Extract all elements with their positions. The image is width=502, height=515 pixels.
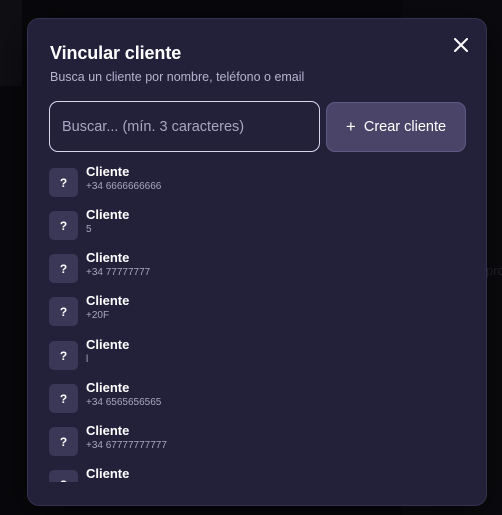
client-avatar: ? (49, 168, 78, 197)
client-phone: l (86, 354, 89, 365)
client-avatar: ? (49, 211, 78, 240)
client-phone: +34 67777777777 (86, 440, 167, 451)
client-avatar: ? (49, 427, 78, 456)
link-client-modal: Vincular cliente Busca un cliente por no… (27, 18, 487, 506)
client-name: Cliente (86, 250, 130, 265)
client-phone: +34 6666666666 (86, 181, 162, 192)
client-list-item[interactable]: ? Cliente +34 67777777777 (49, 423, 469, 463)
client-list-item[interactable]: ? Cliente (49, 466, 469, 482)
plus-icon: + (345, 116, 356, 136)
client-avatar: ? (49, 254, 78, 283)
client-phone: +34 6565656565 (86, 397, 162, 408)
client-list-item[interactable]: ? Cliente +20F (49, 293, 469, 333)
client-avatar: ? (49, 470, 78, 482)
client-list-item[interactable]: ? Cliente l (49, 337, 469, 377)
client-list-item[interactable]: ? Cliente +34 77777777 (49, 250, 469, 290)
client-avatar: ? (49, 384, 78, 413)
modal-title: Vincular cliente (50, 43, 182, 63)
client-phone: +34 77777777 (86, 267, 151, 278)
client-list-item[interactable]: ? Cliente +34 6666666666 (49, 164, 469, 204)
client-name: Cliente (86, 164, 130, 179)
client-list-item[interactable]: ? Cliente +34 6565656565 (49, 380, 469, 420)
client-name: Cliente (86, 337, 130, 352)
modal-subtitle: Busca un cliente por nombre, teléfono o … (50, 70, 305, 84)
client-list[interactable]: ? Cliente +34 6666666666 ? Cliente 5 ? C… (49, 164, 469, 482)
client-phone: +20F (86, 310, 110, 321)
client-name: Cliente (86, 466, 130, 481)
close-icon (454, 38, 468, 52)
client-search-input[interactable] (49, 101, 320, 152)
client-name: Cliente (86, 207, 130, 222)
client-name: Cliente (86, 293, 130, 308)
client-name: Cliente (86, 423, 130, 438)
close-button[interactable] (450, 34, 472, 56)
client-phone: 5 (86, 224, 92, 235)
client-avatar: ? (49, 341, 78, 370)
client-name: Cliente (86, 380, 130, 395)
client-avatar: ? (49, 297, 78, 326)
create-client-button[interactable]: + Crear cliente (326, 102, 466, 152)
create-client-label: Crear cliente (363, 119, 447, 135)
client-list-item[interactable]: ? Cliente 5 (49, 207, 469, 247)
